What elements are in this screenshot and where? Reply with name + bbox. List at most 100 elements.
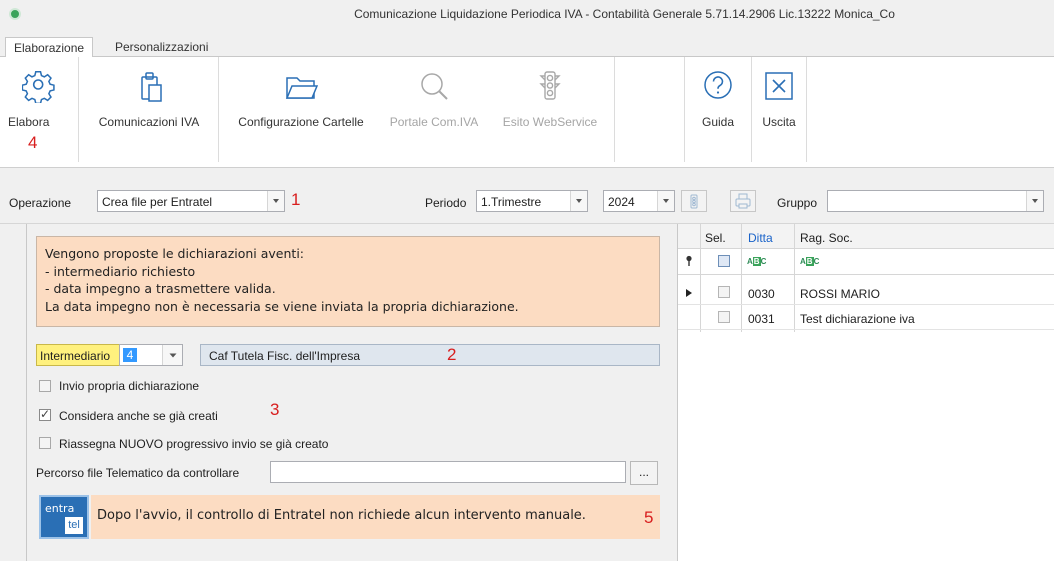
print-button[interactable]: [730, 190, 756, 212]
cell-ragsoc: Test dichiarazione iva: [800, 312, 915, 326]
column-header-sel[interactable]: Sel.: [705, 231, 726, 245]
traffic-light-icon: [690, 194, 698, 209]
periodo-select[interactable]: 1.Trimestre: [476, 190, 588, 212]
info-line: - data impegno a trasmettere valida.: [45, 281, 276, 296]
gruppo-label: Gruppo: [777, 196, 818, 210]
table-row[interactable]: 0031 Test dichiarazione iva: [678, 306, 1054, 330]
invio-propria-checkbox[interactable]: [39, 380, 51, 392]
ribbon-separator: [614, 57, 615, 162]
clipboard-icon: [141, 72, 162, 102]
esito-webservice-label: Esito WebService: [502, 115, 598, 129]
chevron-down-icon[interactable]: [1026, 191, 1043, 211]
row-sel-checkbox[interactable]: [718, 311, 730, 323]
entratel-logo: entra tel: [39, 495, 89, 539]
ribbon-separator: [751, 57, 752, 162]
cell-ditta: 0030: [748, 287, 775, 301]
gruppo-select[interactable]: [827, 190, 1044, 212]
operazione-label: Operazione: [9, 196, 72, 210]
pin-icon: [686, 255, 692, 266]
column-header-ragsoc[interactable]: Rag. Soc.: [800, 231, 853, 245]
guida-button[interactable]: Guida: [686, 57, 750, 167]
cell-ragsoc: ROSSI MARIO: [800, 287, 881, 301]
elabora-button[interactable]: Elabora 4: [0, 57, 78, 167]
info-line: Vengono proposte le dichiarazioni aventi…: [45, 246, 305, 261]
uscita-button[interactable]: Uscita: [753, 57, 805, 167]
browse-button[interactable]: ...: [630, 461, 658, 485]
ribbon-separator: [806, 57, 807, 162]
intermediario-code: 4: [123, 348, 137, 362]
anno-value: 2024: [608, 195, 635, 209]
filter-bar: Operazione Crea file per Entratel 1 Peri…: [0, 168, 1054, 224]
portale-com-iva-label: Portale Com.IVA: [389, 115, 479, 129]
invio-propria-label: Invio propria dichiarazione: [59, 379, 200, 393]
ribbon-separator: [78, 57, 79, 162]
portale-com-iva-button[interactable]: Portale Com.IVA: [376, 57, 492, 167]
chevron-down-icon[interactable]: [267, 191, 284, 211]
considera-creati-checkbox[interactable]: [39, 407, 51, 421]
esito-webservice-button[interactable]: Esito WebService: [492, 57, 608, 167]
gear-icon: [22, 71, 55, 103]
grid-header: Sel. Ditta Rag. Soc.: [678, 224, 1054, 249]
title-bar: Comunicazione Liquidazione Periodica IVA…: [0, 0, 1054, 30]
annotation-3: 3: [270, 400, 280, 419]
filter-sel-checkbox[interactable]: [718, 255, 730, 267]
periodo-label: Periodo: [425, 196, 467, 210]
help-icon: [704, 71, 732, 99]
periodo-value: 1.Trimestre: [481, 195, 542, 209]
percorso-label: Percorso file Telematico da controllare: [36, 466, 240, 480]
table-row[interactable]: 0030 ROSSI MARIO: [678, 281, 1054, 305]
ribbon-tab-bar: Elaborazione Personalizzazioni: [0, 30, 1054, 58]
comunicazioni-iva-label: Comunicazioni IVA: [98, 115, 200, 129]
filter-ragsoc-abc-icon[interactable]: ABC: [800, 257, 819, 266]
current-row-icon: [686, 289, 692, 297]
left-margin: [0, 224, 26, 561]
search-icon: [421, 73, 448, 100]
operazione-select[interactable]: Crea file per Entratel: [97, 190, 285, 212]
percorso-input[interactable]: [270, 461, 626, 483]
tab-personalizzazioni[interactable]: Personalizzazioni: [107, 37, 216, 57]
intermediario-name: Caf Tutela Fisc. dell'Impresa: [200, 344, 660, 366]
cell-ditta: 0031: [748, 312, 775, 326]
chevron-down-icon[interactable]: [570, 191, 587, 211]
ribbon-separator: [684, 57, 685, 162]
close-icon: [765, 72, 793, 100]
operazione-value: Crea file per Entratel: [102, 195, 213, 209]
configurazione-cartelle-button[interactable]: Configurazione Cartelle: [226, 57, 376, 167]
tab-elaborazione[interactable]: Elaborazione: [5, 37, 94, 58]
filter-ditta-abc-icon[interactable]: ABC: [747, 257, 766, 266]
guida-label: Guida: [701, 115, 735, 129]
options-panel: Vengono proposte le dichiarazioni aventi…: [26, 224, 678, 561]
ditte-grid: Sel. Ditta Rag. Soc. ABC ABC 0030 ROSSI …: [678, 224, 1054, 561]
uscita-label: Uscita: [762, 115, 796, 129]
annotation-5: 5: [644, 508, 654, 527]
row-sel-checkbox[interactable]: [718, 286, 730, 298]
info-line: La data impegno non è necessaria se vien…: [45, 298, 519, 314]
entratel-logo-bottom: tel: [65, 517, 83, 534]
entratel-logo-top: entra: [45, 502, 75, 515]
intermediario-label: Intermediario: [36, 344, 128, 366]
annotation-1: 1: [291, 190, 301, 209]
elabora-label: Elabora: [8, 115, 50, 129]
ribbon-toolbar: Elabora 4 Comunicazioni IVA Configurazio…: [0, 57, 1054, 168]
settings-button[interactable]: [681, 190, 707, 212]
riassegna-progressivo-label: Riassegna NUOVO progressivo invio se già…: [59, 437, 329, 451]
chevron-down-icon[interactable]: [162, 345, 182, 365]
annotation-2: 2: [447, 345, 457, 364]
window-title: Comunicazione Liquidazione Periodica IVA…: [354, 7, 895, 21]
considera-creati-label: Considera anche se già creati: [59, 409, 218, 423]
entratel-note: Dopo l'avvio, il controllo di Entratel n…: [91, 495, 660, 539]
grid-filter-row: ABC ABC: [678, 249, 1054, 275]
traffic-light-icon: [539, 71, 561, 100]
info-box: Vengono proposte le dichiarazioni aventi…: [36, 236, 660, 327]
annotation-4: 4: [28, 133, 38, 152]
anno-select[interactable]: 2024: [603, 190, 675, 212]
chevron-down-icon[interactable]: [657, 191, 674, 211]
comunicazioni-iva-button[interactable]: Comunicazioni IVA: [80, 57, 218, 167]
column-header-ditta[interactable]: Ditta: [748, 231, 773, 245]
configurazione-cartelle-label: Configurazione Cartelle: [238, 115, 364, 129]
printer-icon: [735, 193, 751, 209]
ribbon-separator: [218, 57, 219, 162]
riassegna-progressivo-checkbox[interactable]: [39, 437, 51, 449]
intermediario-select[interactable]: 4: [119, 344, 183, 366]
info-line: - intermediario richiesto: [45, 263, 196, 279]
